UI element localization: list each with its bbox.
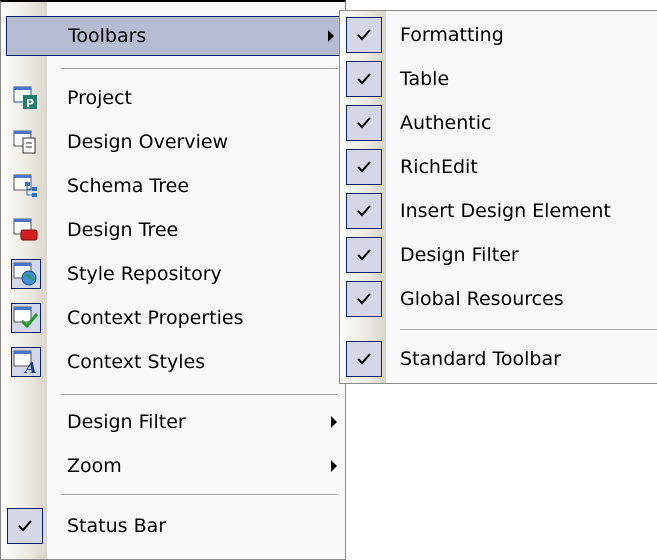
checkmark-icon: [346, 237, 382, 273]
menu-item-label: Project: [67, 87, 133, 109]
checkmark-icon: [346, 341, 382, 377]
menu-item-label: Insert Design Element: [400, 200, 611, 222]
design-overview-icon: [13, 129, 39, 155]
checkmark-icon: [7, 508, 43, 544]
toolbar-item-insert-design-element[interactable]: Insert Design Element: [340, 191, 657, 231]
menu-item-label: Status Bar: [67, 515, 167, 537]
checkmark-icon: [346, 105, 382, 141]
menu-item-zoom[interactable]: Zoom: [1, 446, 345, 486]
menu-item-label: Design Filter: [400, 244, 519, 266]
submenu-arrow-icon: [331, 416, 337, 428]
menu-item-context-styles[interactable]: A Context Styles: [1, 342, 345, 382]
menu-item-label: Context Styles: [67, 351, 206, 373]
checkmark-icon: [346, 193, 382, 229]
menu-item-project[interactable]: P Project: [1, 78, 345, 118]
menu-item-label: Schema Tree: [67, 175, 190, 197]
checkmark-icon: [346, 17, 382, 53]
menu-item-schema-tree[interactable]: Schema Tree: [1, 166, 345, 206]
menu-item-label: Formatting: [400, 24, 504, 46]
menu-item-design-overview[interactable]: Design Overview: [1, 122, 345, 162]
toolbar-item-global-resources[interactable]: Global Resources: [340, 279, 657, 319]
menu-item-style-repository[interactable]: Style Repository: [1, 254, 345, 294]
context-styles-icon: A: [11, 347, 41, 377]
submenu-arrow-icon: [328, 30, 334, 42]
menu-item-label: Design Tree: [67, 219, 179, 241]
toolbar-item-table[interactable]: Table: [340, 59, 657, 99]
svg-text:P: P: [26, 97, 34, 110]
schema-tree-icon: [13, 173, 39, 199]
toolbar-item-standard-toolbar[interactable]: Standard Toolbar: [340, 339, 657, 379]
submenu-arrow-icon: [331, 460, 337, 472]
menu-item-context-properties[interactable]: Context Properties: [1, 298, 345, 338]
toolbar-item-richedit[interactable]: RichEdit: [340, 147, 657, 187]
menu-separator: [61, 68, 337, 70]
menu-separator: [61, 494, 337, 496]
svg-text:A: A: [23, 359, 37, 375]
checkmark-icon: [346, 149, 382, 185]
menu-item-label: Design Overview: [67, 131, 229, 153]
menu-item-label: Standard Toolbar: [400, 348, 561, 370]
toolbar-item-design-filter[interactable]: Design Filter: [340, 235, 657, 275]
menu-item-label: Style Repository: [67, 263, 222, 285]
toolbars-submenu: Formatting Table Authentic RichEdit Inse…: [339, 10, 657, 384]
design-tree-icon: [13, 217, 39, 243]
menu-item-label: Design Filter: [67, 411, 186, 433]
view-menu: Toolbars P Project Design Overview Schem…: [0, 0, 346, 560]
menu-item-label: Toolbars: [68, 25, 147, 47]
menu-item-label: Authentic: [400, 112, 492, 134]
menu-item-status-bar[interactable]: Status Bar: [1, 506, 345, 546]
checkmark-icon: [346, 281, 382, 317]
menu-item-label: RichEdit: [400, 156, 478, 178]
menu-item-label: Context Properties: [67, 307, 244, 329]
menu-separator: [400, 329, 657, 331]
style-repository-icon: [11, 259, 41, 289]
context-properties-icon: [11, 303, 41, 333]
checkmark-icon: [346, 61, 382, 97]
menu-item-toolbars[interactable]: Toolbars: [6, 16, 343, 56]
toolbar-item-formatting[interactable]: Formatting: [340, 15, 657, 55]
menu-item-label: Global Resources: [400, 288, 564, 310]
menu-item-label: Table: [400, 68, 450, 90]
project-window-icon: P: [13, 85, 39, 111]
toolbar-item-authentic[interactable]: Authentic: [340, 103, 657, 143]
menu-item-design-tree[interactable]: Design Tree: [1, 210, 345, 250]
menu-item-design-filter[interactable]: Design Filter: [1, 402, 345, 442]
menu-separator: [61, 394, 337, 396]
menu-item-label: Zoom: [67, 455, 122, 477]
